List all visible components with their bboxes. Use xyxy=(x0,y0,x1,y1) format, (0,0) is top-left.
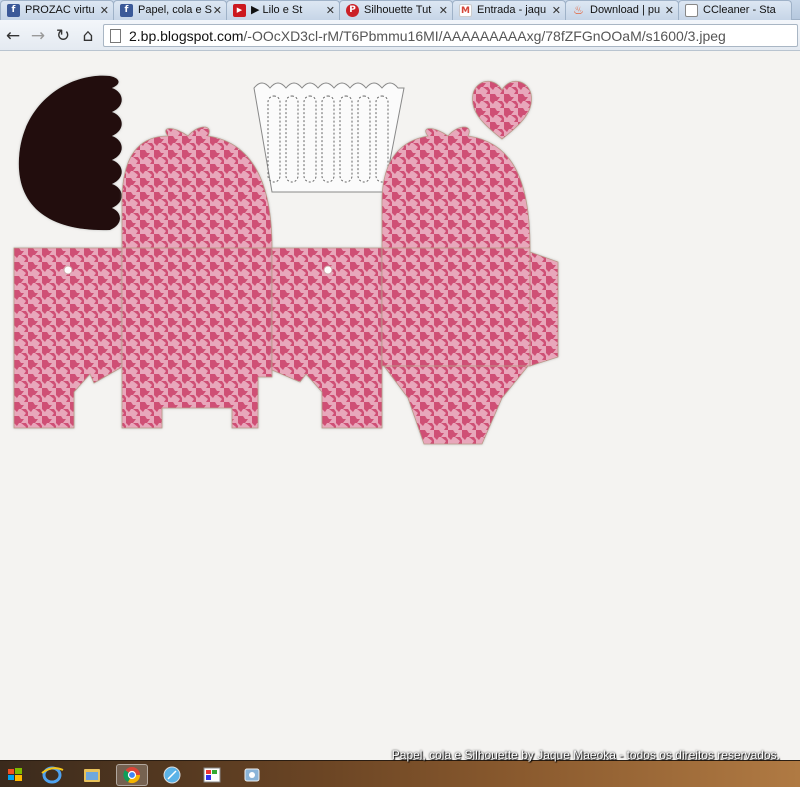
tab-label: Silhouette Tut xyxy=(364,4,432,16)
tab-download[interactable]: ♨ Download | pu ✕ xyxy=(565,0,679,20)
box-net-face-one xyxy=(121,126,273,429)
safari-icon[interactable] xyxy=(156,764,188,786)
close-icon[interactable]: ✕ xyxy=(552,1,561,20)
url-path: /-OOcXD3cl-rM/T6Pbmmu16MI/AAAAAAAAAxg/78… xyxy=(243,28,726,44)
tab-papel-cola[interactable]: f Papel, cola e S ✕ xyxy=(113,0,227,20)
tab-ccleaner[interactable]: CCleaner - Sta xyxy=(678,0,792,20)
cupcake-wrapper xyxy=(253,82,405,193)
close-icon[interactable]: ✕ xyxy=(326,1,335,20)
facebook-icon: f xyxy=(7,4,20,17)
reload-button[interactable]: ↻ xyxy=(52,25,74,47)
tab-strip: f PROZAC virtu ✕ f Papel, cola e S ✕ ▶ ▶… xyxy=(0,0,800,20)
windows-start-icon[interactable] xyxy=(4,764,26,786)
heart-piece xyxy=(472,81,532,140)
url-host: 2.bp.blogspot.com xyxy=(129,28,244,44)
explorer-icon[interactable] xyxy=(76,764,108,786)
close-icon[interactable]: ✕ xyxy=(439,1,448,20)
tab-label: ▶ Lilo e St xyxy=(251,4,303,16)
close-icon[interactable]: ✕ xyxy=(665,1,674,20)
box-net-left xyxy=(13,247,123,429)
tab-label: Download | pu xyxy=(590,4,661,16)
ie-icon[interactable] xyxy=(36,764,68,786)
windows-taskbar: Papel, cola e Silhouette by Jaque Maeoka… xyxy=(0,748,800,787)
tab-lilo[interactable]: ▶ ▶ Lilo e St ✕ xyxy=(226,0,340,20)
tab-label: PROZAC virtu xyxy=(25,4,95,16)
forward-button[interactable]: → xyxy=(27,25,49,47)
tab-silhouette[interactable]: P Silhouette Tut ✕ xyxy=(339,0,453,20)
tab-gmail[interactable]: M Entrada - jaqu ✕ xyxy=(452,0,566,20)
back-button[interactable]: ← xyxy=(2,25,24,47)
facebook-icon: f xyxy=(120,4,133,17)
browser-toolbar: ← → ↻ ⌂ 2.bp.blogspot.com/-OOcXD3cl-rM/T… xyxy=(0,20,800,51)
paint-icon[interactable] xyxy=(196,764,228,786)
box-net-face-two xyxy=(381,126,559,445)
gmail-icon: M xyxy=(459,4,472,17)
tab-label: Entrada - jaqu xyxy=(477,4,547,16)
close-icon[interactable]: ✕ xyxy=(100,1,109,20)
tab-label: Papel, cola e S xyxy=(138,4,212,16)
page-icon xyxy=(110,29,121,43)
tab-label: CCleaner - Sta xyxy=(703,4,776,16)
tab-prozac[interactable]: f PROZAC virtu ✕ xyxy=(0,0,114,20)
url-text: 2.bp.blogspot.com/-OOcXD3cl-rM/T6Pbmmu16… xyxy=(129,27,726,45)
pinterest-icon: P xyxy=(346,4,359,17)
hair-piece xyxy=(18,75,122,231)
chrome-icon[interactable] xyxy=(116,764,148,786)
address-bar[interactable]: 2.bp.blogspot.com/-OOcXD3cl-rM/T6Pbmmu16… xyxy=(103,24,798,47)
box-template-image xyxy=(13,75,559,445)
page-viewport xyxy=(0,52,800,760)
home-button[interactable]: ⌂ xyxy=(77,25,99,47)
photos-icon[interactable] xyxy=(236,764,268,786)
flame-icon: ♨ xyxy=(573,3,584,17)
copyright-watermark: Papel, cola e Silhouette by Jaque Maeoka… xyxy=(391,748,780,762)
page-icon xyxy=(685,4,698,17)
box-net-middle xyxy=(271,247,383,429)
close-icon[interactable]: ✕ xyxy=(213,1,222,20)
youtube-icon: ▶ xyxy=(233,4,246,17)
